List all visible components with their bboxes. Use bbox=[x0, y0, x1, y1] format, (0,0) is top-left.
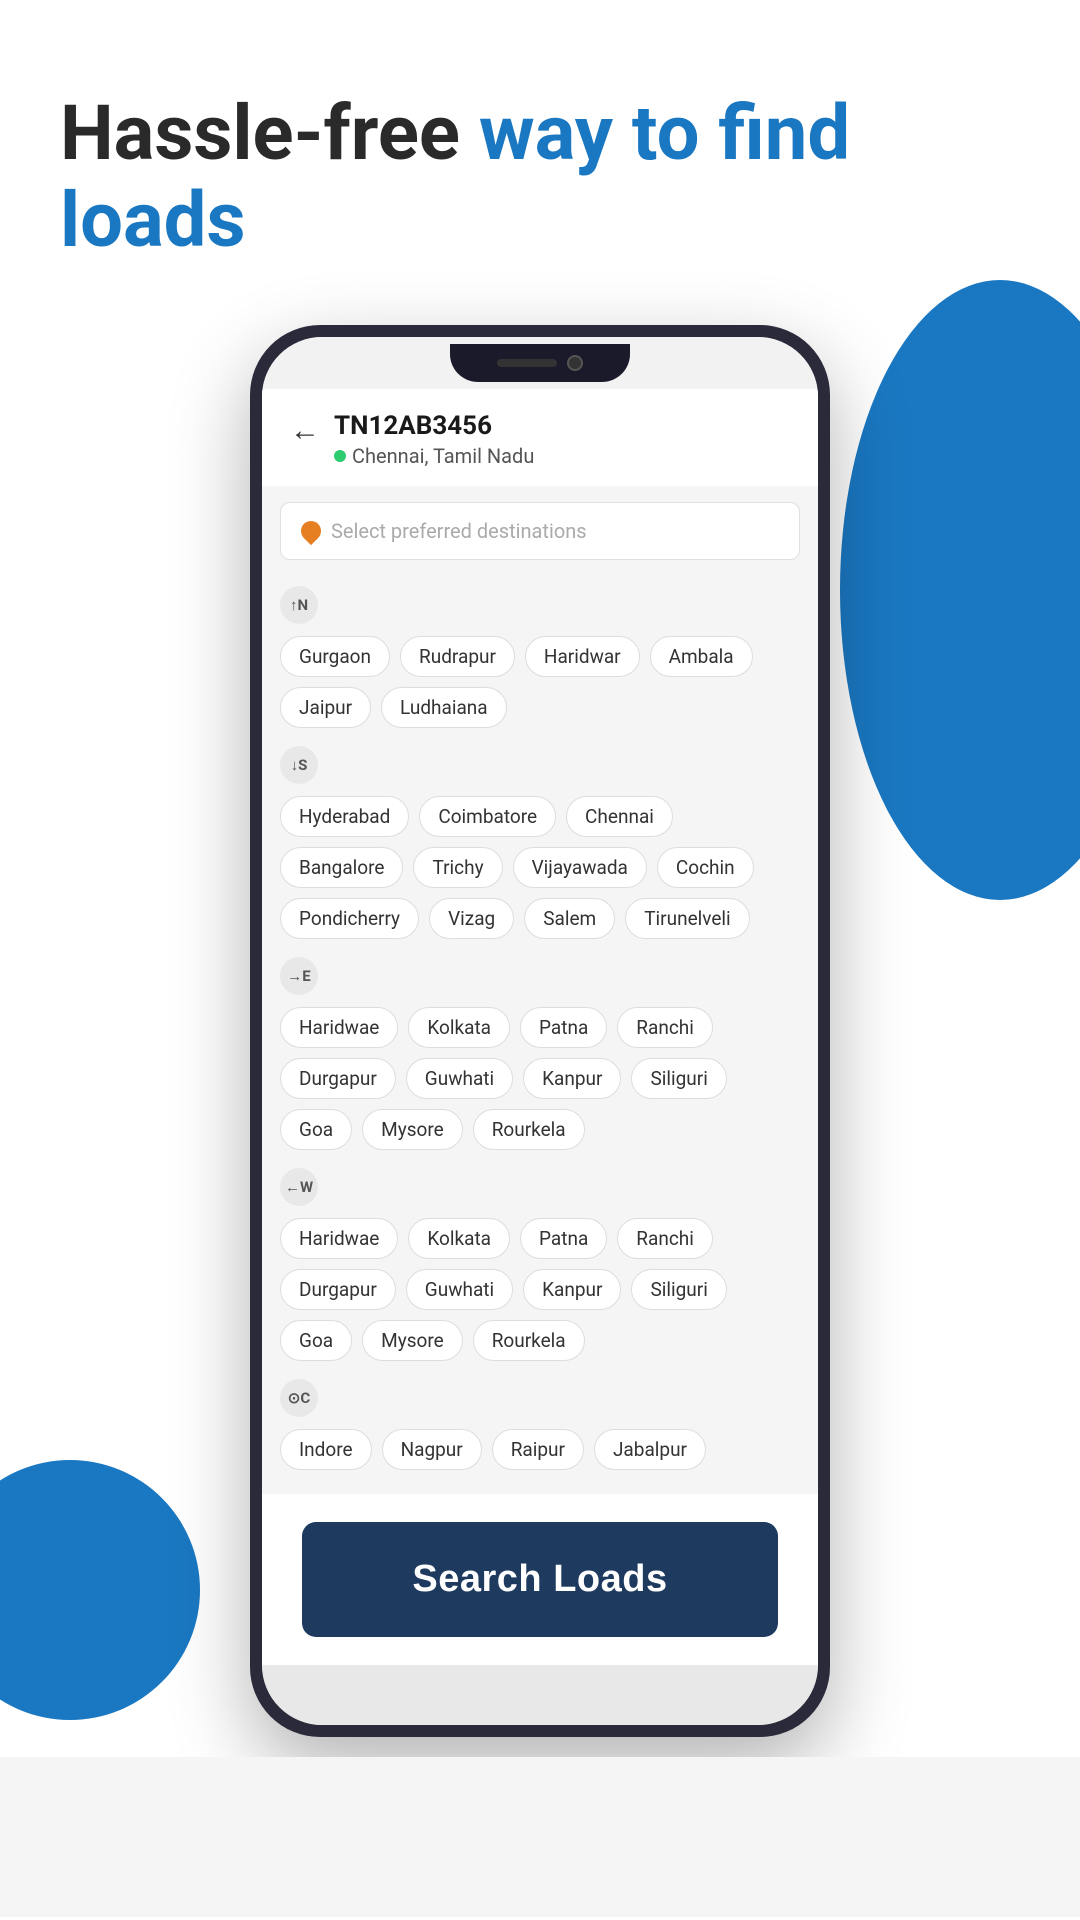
direction-section-west: ←W HaridwaeKolkataPatnaRanchi DurgapurGuwh… bbox=[280, 1168, 800, 1361]
chip-ranchi[interactable]: Ranchi bbox=[617, 1007, 713, 1048]
phone-outer-shell: ← TN12AB3456 Chennai, Tamil Nadu Select … bbox=[250, 325, 830, 1737]
chip-durgapur[interactable]: Durgapur bbox=[280, 1269, 396, 1310]
chip-tirunelveli[interactable]: Tirunelveli bbox=[625, 898, 749, 939]
chip-hyderabad[interactable]: Hyderabad bbox=[280, 796, 409, 837]
destination-search-input[interactable]: Select preferred destinations bbox=[280, 502, 800, 560]
chip-guwhati[interactable]: Guwhati bbox=[406, 1269, 513, 1310]
chip-bangalore[interactable]: Bangalore bbox=[280, 847, 403, 888]
title-plain: Hassle-free bbox=[60, 88, 479, 178]
app-screen: ← TN12AB3456 Chennai, Tamil Nadu Select … bbox=[262, 389, 818, 1498]
phone-mockup: ← TN12AB3456 Chennai, Tamil Nadu Select … bbox=[0, 325, 1080, 1737]
bottom-section bbox=[0, 1757, 1080, 1917]
chip-raipur[interactable]: Raipur bbox=[492, 1429, 584, 1470]
direction-section-central: ⊙C IndoreNagpurRaipurJabalpur bbox=[280, 1379, 800, 1470]
chip-nagpur[interactable]: Nagpur bbox=[382, 1429, 482, 1470]
phone-bottom-strip bbox=[262, 1665, 818, 1725]
direction-header-central: ⊙C bbox=[280, 1379, 800, 1417]
vehicle-location: Chennai, Tamil Nadu bbox=[334, 444, 534, 468]
vehicle-info: TN12AB3456 Chennai, Tamil Nadu bbox=[334, 411, 534, 468]
direction-header-north: ↑N bbox=[280, 586, 800, 624]
header-section: Hassle-free way to find loads bbox=[0, 0, 1080, 265]
title-blue-2: loads bbox=[60, 175, 246, 265]
direction-header-east: →E bbox=[280, 957, 800, 995]
title-blue-1: way to find bbox=[479, 88, 850, 178]
direction-section-east: →E HaridwaeKolkataPatnaRanchi DurgapurGuwh… bbox=[280, 957, 800, 1150]
chip-siliguri[interactable]: Siliguri bbox=[631, 1058, 726, 1099]
pin-icon bbox=[297, 517, 325, 545]
chip-patna[interactable]: Patna bbox=[520, 1218, 607, 1259]
chip-trichy[interactable]: Trichy bbox=[413, 847, 502, 888]
chip-cochin[interactable]: Cochin bbox=[657, 847, 754, 888]
chip-gurgaon[interactable]: Gurgaon bbox=[280, 636, 390, 677]
chip-rourkela[interactable]: Rourkela bbox=[473, 1109, 585, 1150]
chip-indore[interactable]: Indore bbox=[280, 1429, 372, 1470]
chip-kolkata[interactable]: Kolkata bbox=[408, 1218, 510, 1259]
chip-mysore[interactable]: Mysore bbox=[362, 1320, 463, 1361]
chips-wrap-north: GurgaonRudrapurHaridwarAmbala JaipurLudha… bbox=[280, 636, 800, 728]
chip-haridwar[interactable]: Haridwar bbox=[525, 636, 640, 677]
direction-icon-south: ↓S bbox=[280, 746, 318, 784]
chip-rourkela[interactable]: Rourkela bbox=[473, 1320, 585, 1361]
chip-siliguri[interactable]: Siliguri bbox=[631, 1269, 726, 1310]
direction-header-south: ↓S bbox=[280, 746, 800, 784]
chip-salem[interactable]: Salem bbox=[524, 898, 615, 939]
chip-rudrapur[interactable]: Rudrapur bbox=[400, 636, 515, 677]
phone-notch bbox=[450, 344, 630, 382]
vehicle-id: TN12AB3456 bbox=[334, 411, 534, 441]
page-title: Hassle-free way to find loads bbox=[60, 90, 1020, 265]
chips-wrap-west: HaridwaeKolkataPatnaRanchi DurgapurGuwhat… bbox=[280, 1218, 800, 1361]
chip-goa[interactable]: Goa bbox=[280, 1320, 352, 1361]
direction-section-south: ↓S HyderabadCoimbatoreChennai BangaloreTri… bbox=[280, 746, 800, 939]
chip-guwhati[interactable]: Guwhati bbox=[406, 1058, 513, 1099]
app-header: ← TN12AB3456 Chennai, Tamil Nadu bbox=[262, 389, 818, 486]
chip-ranchi[interactable]: Ranchi bbox=[617, 1218, 713, 1259]
chip-jaipur[interactable]: Jaipur bbox=[280, 687, 371, 728]
search-loads-button[interactable]: Search Loads bbox=[302, 1522, 778, 1637]
chip-pondicherry[interactable]: Pondicherry bbox=[280, 898, 419, 939]
direction-icon-north: ↑N bbox=[280, 586, 318, 624]
chip-patna[interactable]: Patna bbox=[520, 1007, 607, 1048]
phone-inner-shell: ← TN12AB3456 Chennai, Tamil Nadu Select … bbox=[262, 337, 818, 1725]
notch-speaker bbox=[497, 359, 557, 367]
location-dot-icon bbox=[334, 450, 346, 462]
chips-wrap-south: HyderabadCoimbatoreChennai BangaloreTrich… bbox=[280, 796, 800, 939]
chips-wrap-central: IndoreNagpurRaipurJabalpur bbox=[280, 1429, 800, 1470]
direction-header-west: ←W bbox=[280, 1168, 800, 1206]
chip-haridwae[interactable]: Haridwae bbox=[280, 1007, 398, 1048]
notch-camera bbox=[567, 355, 583, 371]
chip-kanpur[interactable]: Kanpur bbox=[523, 1058, 621, 1099]
chip-vijayawada[interactable]: Vijayawada bbox=[513, 847, 647, 888]
chip-chennai[interactable]: Chennai bbox=[566, 796, 673, 837]
direction-icon-west: ←W bbox=[280, 1168, 318, 1206]
phone-notch-bar bbox=[262, 337, 818, 389]
search-placeholder-text: Select preferred destinations bbox=[331, 519, 587, 543]
chip-ludhaiana[interactable]: Ludhaiana bbox=[381, 687, 507, 728]
direction-icon-east: →E bbox=[280, 957, 318, 995]
chip-ambala[interactable]: Ambala bbox=[650, 636, 753, 677]
direction-section-north: ↑N GurgaonRudrapurHaridwarAmbala JaipurLud… bbox=[280, 586, 800, 728]
chip-vizag[interactable]: Vizag bbox=[429, 898, 514, 939]
chip-jabalpur[interactable]: Jabalpur bbox=[594, 1429, 706, 1470]
chips-wrap-east: HaridwaeKolkataPatnaRanchi DurgapurGuwhat… bbox=[280, 1007, 800, 1150]
chip-goa[interactable]: Goa bbox=[280, 1109, 352, 1150]
chip-coimbatore[interactable]: Coimbatore bbox=[419, 796, 556, 837]
direction-icon-central: ⊙C bbox=[280, 1379, 318, 1417]
chip-durgapur[interactable]: Durgapur bbox=[280, 1058, 396, 1099]
chip-kolkata[interactable]: Kolkata bbox=[408, 1007, 510, 1048]
chip-mysore[interactable]: Mysore bbox=[362, 1109, 463, 1150]
back-button[interactable]: ← bbox=[290, 413, 320, 448]
bottom-action-bar: Search Loads bbox=[262, 1494, 818, 1665]
chip-haridwae[interactable]: Haridwae bbox=[280, 1218, 398, 1259]
directions-area: ↑N GurgaonRudrapurHaridwarAmbala JaipurLud… bbox=[262, 576, 818, 1498]
chip-kanpur[interactable]: Kanpur bbox=[523, 1269, 621, 1310]
